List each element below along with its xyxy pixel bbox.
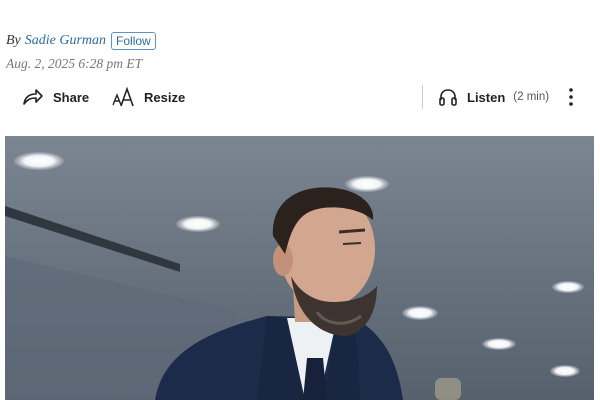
article-hero-image [5,136,594,400]
share-label: Share [53,89,90,105]
listen-label: Listen [467,89,506,105]
author-link[interactable]: Sadie Gurman [25,33,106,49]
hero-photo-illustration [5,136,594,400]
headphones-icon [438,87,458,107]
byline: By Sadie Gurman Follow [6,32,156,50]
more-options-button[interactable] [562,82,580,112]
vertical-ellipsis-icon [568,87,574,107]
listen-duration: (2 min) [513,91,550,103]
listen-button[interactable]: Listen (2 min) [438,82,549,112]
toolbar-divider [422,85,423,109]
resize-label: Resize [144,89,186,105]
resize-button[interactable]: Resize [112,82,185,112]
byline-prefix: By [6,33,21,48]
follow-button[interactable]: Follow [111,32,156,50]
share-button[interactable]: Share [22,82,89,112]
publish-timestamp: Aug. 2, 2025 6:28 pm ET [6,56,143,71]
text-resize-icon [112,86,136,108]
article-toolbar: Share Resize Listen (2 min) [0,82,600,112]
share-arrow-icon [22,87,44,107]
